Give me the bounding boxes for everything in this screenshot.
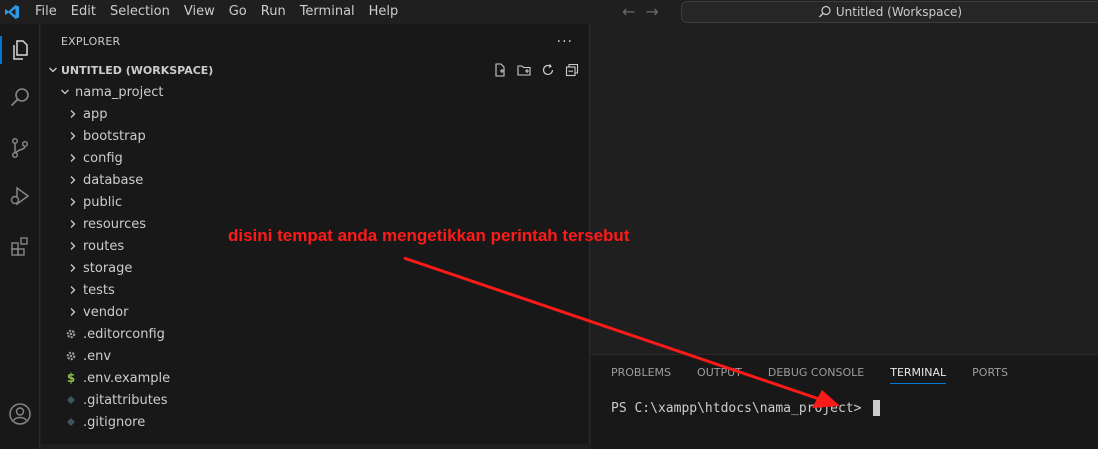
back-arrow-icon[interactable]: ←	[622, 0, 635, 24]
chevron-right-icon	[65, 131, 81, 141]
panel-tabs: PROBLEMS OUTPUT DEBUG CONSOLE TERMINAL PORTS	[591, 355, 1098, 390]
folder-row-database[interactable]: database	[41, 169, 589, 191]
run-debug-icon[interactable]	[0, 176, 40, 216]
folder-row-bootstrap[interactable]: bootstrap	[41, 125, 589, 147]
menu-view[interactable]: View	[177, 0, 222, 24]
command-center-search[interactable]: Untitled (Workspace)	[681, 1, 1098, 23]
tab-ports[interactable]: PORTS	[964, 355, 1016, 390]
folder-name: vendor	[83, 304, 129, 320]
tab-problems[interactable]: PROBLEMS	[603, 355, 679, 390]
tab-output[interactable]: OUTPUT	[689, 355, 750, 390]
folder-row-tests[interactable]: tests	[41, 279, 589, 301]
file-name: .env.example	[83, 370, 171, 386]
extensions-icon[interactable]	[0, 226, 40, 266]
gear-icon	[63, 350, 79, 362]
folder-name: resources	[83, 216, 147, 232]
menu-bar: File Edit Selection View Go Run Terminal Help	[28, 0, 405, 24]
project-folder-name: nama_project	[75, 84, 164, 100]
file-name: .gitattributes	[83, 392, 168, 408]
folder-row-vendor[interactable]: vendor	[41, 301, 589, 323]
bottom-panel: PROBLEMS OUTPUT DEBUG CONSOLE TERMINAL PORTS…	[591, 354, 1098, 449]
terminal-cursor	[873, 400, 881, 416]
terminal[interactable]: PS C:\xampp\htdocs\nama_project>	[591, 400, 1098, 416]
forward-arrow-icon[interactable]: →	[645, 0, 658, 24]
chevron-right-icon	[65, 285, 81, 295]
folder-name: app	[83, 106, 108, 122]
chevron-right-icon	[65, 175, 81, 185]
folder-name: routes	[83, 238, 125, 254]
folder-row-storage[interactable]: storage	[41, 257, 589, 279]
menu-selection[interactable]: Selection	[103, 0, 177, 24]
menu-terminal[interactable]: Terminal	[293, 0, 362, 24]
dollar-icon: $	[66, 371, 76, 385]
folder-name: tests	[83, 282, 115, 298]
file-row[interactable]: .env	[41, 345, 589, 367]
file-row[interactable]: .editorconfig	[41, 323, 589, 345]
folder-name: storage	[83, 260, 133, 276]
title-bar: File Edit Selection View Go Run Terminal Help ←…	[0, 0, 1098, 24]
file-row[interactable]: .gitattributes	[41, 389, 589, 411]
more-actions-icon[interactable]: ···	[557, 34, 573, 50]
vscode-logo-icon[interactable]	[0, 0, 24, 24]
refresh-icon[interactable]	[539, 61, 557, 79]
chevron-right-icon	[65, 109, 81, 119]
workspace-name: UNTITLED (WORKSPACE)	[61, 63, 214, 77]
file-row[interactable]: $ .env.example	[41, 367, 589, 389]
workspace-actions	[491, 59, 581, 81]
annotation-text: disini tempat anda mengetikkan perintah …	[228, 226, 630, 245]
folder-name: bootstrap	[83, 128, 146, 144]
file-row[interactable]: .gitignore	[41, 411, 589, 433]
chevron-right-icon	[65, 307, 81, 317]
folder-name: database	[83, 172, 144, 188]
project-folder-row[interactable]: nama_project	[41, 81, 589, 103]
folder-row-app[interactable]: app	[41, 103, 589, 125]
file-name: .editorconfig	[83, 326, 165, 342]
tab-debug-console[interactable]: DEBUG CONSOLE	[760, 355, 872, 390]
file-name: .env	[83, 348, 112, 364]
menu-run[interactable]: Run	[254, 0, 293, 24]
folder-list: app bootstrap config database public resource…	[41, 103, 589, 323]
new-file-icon[interactable]	[491, 61, 509, 79]
search-icon	[818, 5, 831, 18]
activity-bar	[0, 24, 40, 449]
command-center-label: Untitled (Workspace)	[835, 5, 963, 19]
account-icon[interactable]	[0, 394, 40, 434]
menu-edit[interactable]: Edit	[64, 0, 103, 24]
chevron-right-icon	[65, 153, 81, 163]
chevron-down-icon	[57, 87, 73, 97]
search-icon[interactable]	[0, 78, 40, 118]
menu-help[interactable]: Help	[362, 0, 406, 24]
chevron-down-icon	[45, 65, 61, 75]
diamond-icon	[63, 417, 79, 427]
folder-row-public[interactable]: public	[41, 191, 589, 213]
navigation-arrows: ← →	[622, 0, 659, 24]
gear-icon	[63, 328, 79, 340]
diamond-icon	[63, 395, 79, 405]
explorer-title: EXPLORER	[61, 35, 121, 48]
collapse-all-icon[interactable]	[563, 61, 581, 79]
workspace-section-header[interactable]: UNTITLED (WORKSPACE)	[41, 59, 589, 81]
folder-row-config[interactable]: config	[41, 147, 589, 169]
terminal-prompt: PS C:\xampp\htdocs\nama_project>	[611, 400, 870, 416]
menu-file[interactable]: File	[28, 0, 64, 24]
explorer-icon[interactable]	[0, 30, 40, 70]
chevron-right-icon	[65, 219, 81, 229]
chevron-right-icon	[65, 263, 81, 273]
new-folder-icon[interactable]	[515, 61, 533, 79]
editor-area[interactable]	[591, 24, 1098, 354]
chevron-right-icon	[65, 241, 81, 251]
file-name: .gitignore	[83, 414, 146, 430]
source-control-icon[interactable]	[0, 128, 40, 168]
folder-name: public	[83, 194, 123, 210]
explorer-header: EXPLORER ···	[41, 24, 589, 59]
chevron-right-icon	[65, 197, 81, 207]
file-list: .editorconfig .env $ .env.example .gitattrib…	[41, 323, 589, 433]
tab-terminal[interactable]: TERMINAL	[882, 355, 954, 390]
folder-name: config	[83, 150, 123, 166]
menu-go[interactable]: Go	[222, 0, 254, 24]
